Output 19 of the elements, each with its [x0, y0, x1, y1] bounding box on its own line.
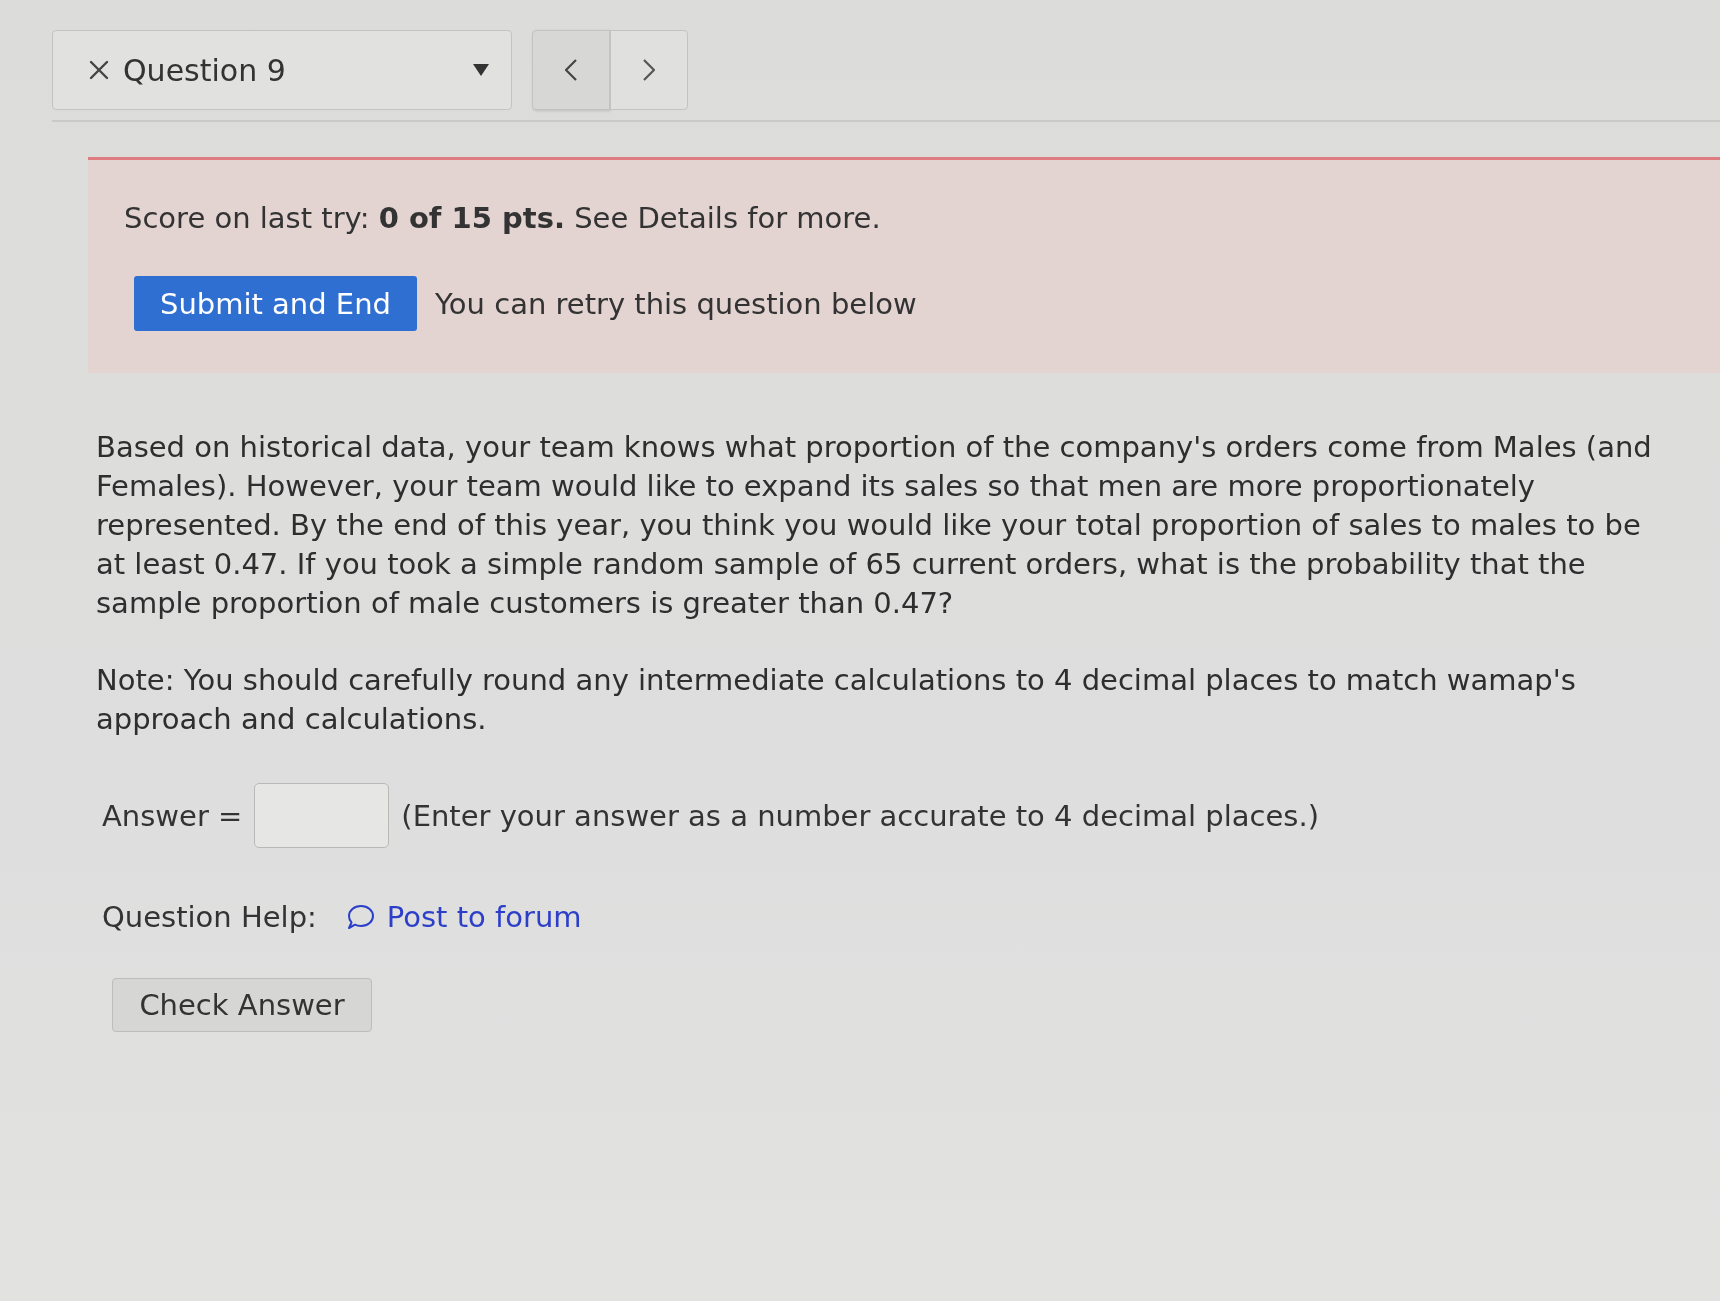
next-question-button[interactable]: [610, 30, 688, 110]
chevron-right-icon: [643, 59, 655, 81]
previous-question-button[interactable]: [532, 30, 610, 110]
score-text: Score on last try: 0 of 15 pts. See Details for more.: [124, 200, 882, 236]
post-to-forum-link[interactable]: Post to forum: [346, 900, 582, 934]
answer-label: Answer =: [102, 798, 243, 833]
check-answer-button[interactable]: Check Answer: [112, 978, 372, 1032]
retry-note: You can retry this question below: [435, 286, 917, 321]
submit-and-end-button[interactable]: Submit and End: [134, 276, 417, 331]
speech-bubble-icon: [346, 904, 375, 930]
answer-field[interactable]: [254, 783, 390, 848]
caret-down-icon: [473, 64, 489, 76]
question-paragraph: Note: You should carefully round any intermediate calculations to 4 decimal places to match wamap's approach and calculations.: [96, 662, 1577, 738]
cross-icon: [89, 60, 109, 80]
chevron-left-icon: [565, 59, 577, 81]
question-select[interactable]: Question 9: [52, 30, 512, 110]
question-help-label: Question Help:: [102, 900, 317, 934]
question-paragraph: Based on historical data, your team knows what proportion of the company's orders come from Males (and Females). However, your team would like to expand its sales so that men are more proportionately represented. By the end of this year, you think you would like your total proportion of sales to males to be at least 0.47. If you took a simple random sample of 65 current orders, what is the probability that the sample proportion of male customers is greater than 0.47?: [96, 429, 1653, 622]
answer-hint: (Enter your answer as a number accurate to 4 decimal places.): [401, 798, 1319, 833]
